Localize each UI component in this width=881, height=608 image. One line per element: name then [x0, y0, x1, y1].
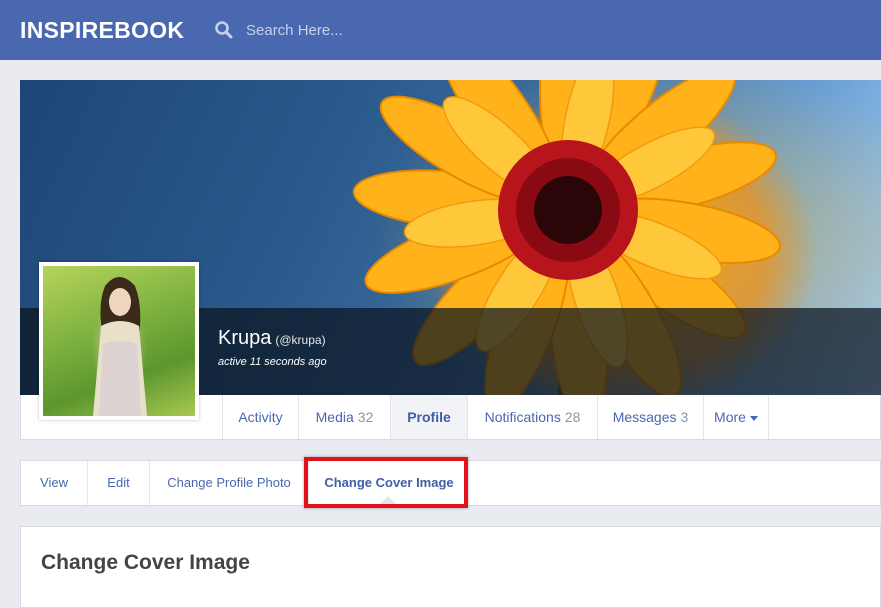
nav-profile-label: Profile — [407, 409, 451, 425]
search-icon[interactable] — [214, 20, 234, 40]
search-box — [214, 18, 514, 42]
profile-handle: (@krupa) — [275, 333, 326, 347]
nav-more[interactable]: More — [703, 395, 769, 439]
nav-messages[interactable]: Messages 3 — [597, 395, 703, 439]
subnav-edit-label: Edit — [107, 475, 130, 490]
nav-messages-count: 3 — [680, 409, 689, 425]
avatar — [43, 266, 195, 416]
nav-activity-label: Activity — [238, 409, 283, 425]
panel-title: Change Cover Image — [41, 551, 250, 574]
subnav-view[interactable]: View — [21, 461, 88, 505]
nav-profile[interactable]: Profile — [390, 395, 467, 439]
subnav-edit[interactable]: Edit — [88, 461, 150, 505]
nav-notifications[interactable]: Notifications 28 — [467, 395, 597, 439]
profile-display-name: Krupa — [218, 327, 272, 349]
content-panel: Change Cover Image — [20, 526, 881, 608]
top-navbar: INSPIREBOOK — [0, 0, 881, 60]
nav-notifications-label: Notifications — [484, 409, 561, 425]
nav-media[interactable]: Media 32 — [298, 395, 390, 439]
search-input[interactable] — [246, 18, 506, 42]
avatar-frame[interactable] — [39, 262, 199, 420]
nav-media-count: 32 — [357, 409, 374, 425]
subnav-view-label: View — [40, 475, 68, 490]
nav-media-label: Media — [315, 409, 354, 425]
nav-more-label: More — [714, 409, 746, 425]
nav-notifications-count: 28 — [564, 409, 581, 425]
nav-activity[interactable]: Activity — [222, 395, 298, 439]
site-logo[interactable]: INSPIREBOOK — [20, 17, 184, 44]
chevron-down-icon — [749, 415, 758, 421]
nav-messages-label: Messages — [612, 409, 677, 425]
highlight-annotation-box — [304, 457, 468, 508]
profile-activity-status: active 11 seconds ago — [218, 356, 327, 368]
subnav-change-profile-photo-label: Change Profile Photo — [167, 475, 291, 490]
profile-name: Krupa (@krupa) — [218, 327, 326, 350]
avatar-photo — [93, 277, 147, 416]
subnav-change-profile-photo[interactable]: Change Profile Photo — [150, 461, 309, 505]
